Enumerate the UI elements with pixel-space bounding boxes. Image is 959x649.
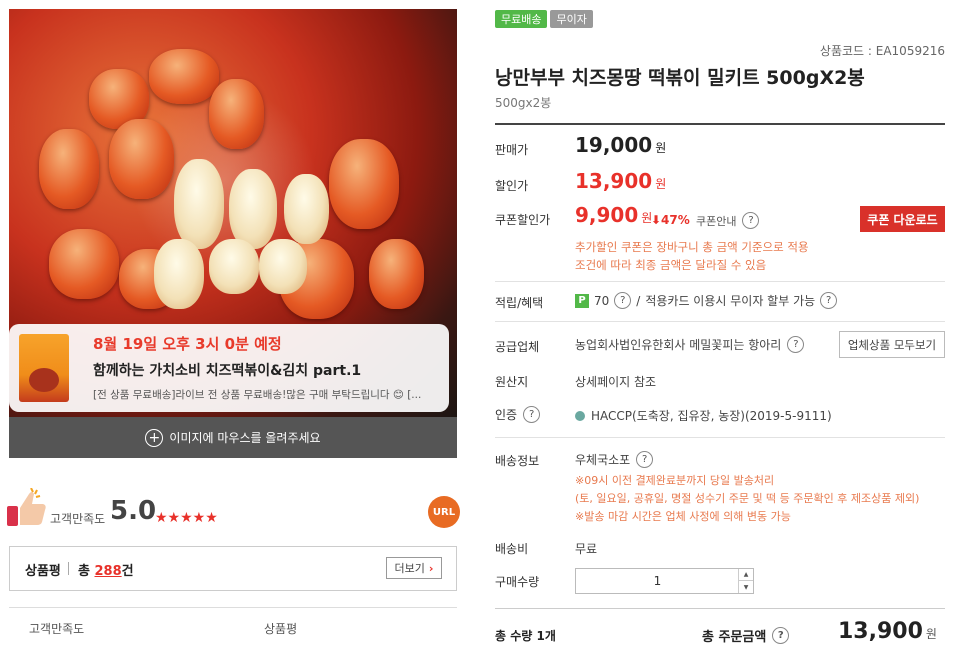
quantity-stepper[interactable]: ▲ ▼ (575, 568, 754, 594)
review-summary: 상품평 총 288건 더보기 › (9, 546, 457, 591)
supplier-row: 농업회사법인유한회사 메밀꽃피는 항아리 ? (575, 336, 805, 353)
origin-value: 상세페이지 참조 (575, 375, 657, 389)
discount-price-value: 13,900 (575, 169, 653, 193)
benefits-row: P 70 ? / 적용카드 이용시 무이자 할부 가능 ? (575, 292, 838, 309)
help-icon[interactable]: ? (820, 292, 838, 309)
points-icon: P (575, 293, 589, 308)
total-amount-value: 13,900 (838, 619, 923, 644)
review-count[interactable]: 288 (95, 564, 122, 579)
certification-label: 인증 (495, 408, 518, 422)
supplier-name: 농업회사법인유한회사 메밀꽃피는 항아리 (575, 338, 782, 352)
sale-price: 19,000 원 (575, 133, 666, 157)
shipping-note-2: (토, 일요일, 공휴일, 명절 성수기 주문 및 떡 등 주문확인 후 제조상… (575, 492, 920, 505)
total-amount-currency: 원 (925, 627, 937, 641)
live-broadcast-notice[interactable]: 8월 19일 오후 3시 0분 예정 함께하는 가치소비 치즈떡볶이&김치 pa… (9, 324, 449, 412)
sale-price-currency: 원 (655, 141, 667, 155)
shipping-row: 우체국소포 ? (575, 451, 654, 468)
product-option: 500gx2봉 (495, 96, 552, 110)
live-schedule: 8월 19일 오후 3시 0분 예정 (93, 335, 282, 353)
help-icon[interactable]: ? (787, 336, 805, 353)
product-code: 상품코드 : EA1059216 (819, 44, 945, 58)
help-icon[interactable]: ? (636, 451, 654, 468)
coupon-discount-rate: ⬇47% (651, 213, 690, 227)
review-more-label: 더보기 (394, 562, 425, 575)
review-total-prefix: 총 (78, 564, 90, 579)
coupon-price: 9,900 원 (575, 203, 652, 227)
live-title: 함께하는 가치소비 치즈떡볶이&김치 part.1 (93, 363, 362, 379)
review-more-button[interactable]: 더보기 › (386, 557, 442, 579)
quantity-down-icon[interactable]: ▼ (739, 581, 753, 593)
review-title: 상품평 (25, 564, 61, 579)
live-product-thumbnail (19, 334, 69, 402)
certification-value: HACCP(도축장, 집유장, 농장)(2019-5-9111) (591, 409, 832, 423)
help-icon[interactable]: ? (614, 292, 632, 309)
sale-price-label: 판매가 (495, 143, 529, 157)
discount-price: 13,900 원 (575, 169, 666, 193)
zoom-plus-icon: + (145, 428, 164, 447)
section-divider (495, 281, 945, 282)
coupon-note-1: 추가할인 쿠폰은 장바구니 총 금액 기준으로 적용 (575, 240, 809, 254)
quantity-label: 구매수량 (495, 575, 540, 589)
coupon-note-2: 조건에 따라 최종 금액은 달라질 수 있음 (575, 258, 767, 272)
chevron-right-icon: › (428, 561, 434, 575)
coupon-price-value: 9,900 (575, 203, 639, 227)
discount-price-currency: 원 (655, 177, 667, 191)
shipping-note-1: ※09시 이전 결제완료분까지 당일 발송처리 (575, 474, 775, 487)
coupon-guide[interactable]: 쿠폰안내 ? (696, 212, 760, 229)
no-interest-badge: 무이자 (550, 10, 593, 28)
rating-stars: ★★★★★ (155, 510, 218, 526)
review-col-satisfaction: 고객만족도 (29, 622, 85, 636)
image-hover-hint: 이미지에 마우스를 올려주세요 (169, 431, 321, 445)
image-hover-bar[interactable]: + 이미지에 마우스를 올려주세요 (9, 417, 457, 458)
thumbs-up-icon (7, 488, 46, 526)
seller-products-button[interactable]: 업체상품 모두보기 (839, 331, 945, 358)
shipping-method: 우체국소포 (575, 453, 631, 467)
benefits-label: 적립/혜택 (495, 296, 544, 310)
review-total: 총 288건 (78, 560, 134, 579)
help-icon[interactable]: ? (772, 627, 790, 644)
discount-price-label: 할인가 (495, 179, 529, 193)
origin-label: 원산지 (495, 375, 529, 389)
shipping-note-3: ※발송 마감 시간은 업체 사정에 의해 변동 가능 (575, 510, 791, 523)
coupon-download-button[interactable]: 쿠폰 다운로드 (860, 206, 945, 232)
quantity-up-icon[interactable]: ▲ (739, 569, 753, 581)
live-description: [전 상품 무료배송]라이브 전 상품 무료배송!많은 구매 부탁드립니다 😊 … (93, 389, 422, 401)
benefits-separator: / (636, 293, 641, 308)
product-name: 낭만부부 치즈몽땅 떡볶이 밀키트 500gX2봉 (495, 67, 865, 89)
certification-label-row: 인증 ? (495, 406, 541, 423)
total-amount-label: 총 주문금액 (702, 630, 767, 645)
review-total-suffix: 건 (121, 564, 134, 579)
section-divider (495, 321, 945, 322)
haccp-icon (575, 410, 585, 421)
total-amount-label-row: 총 주문금액 ? (702, 626, 790, 645)
review-separator (68, 562, 69, 575)
quantity-arrows: ▲ ▼ (738, 569, 753, 593)
free-shipping-badge: 무료배송 (495, 10, 548, 28)
points-value: 70 (594, 293, 610, 308)
shipping-label: 배송정보 (495, 454, 540, 468)
help-icon[interactable]: ? (742, 212, 760, 229)
review-col-review: 상품평 (264, 622, 298, 636)
coupon-price-label: 쿠폰할인가 (495, 213, 551, 227)
help-icon[interactable]: ? (523, 406, 541, 423)
header-divider (495, 123, 945, 125)
quantity-input[interactable] (576, 569, 739, 593)
satisfaction-label: 고객만족도 (50, 512, 106, 526)
shipping-fee-label: 배송비 (495, 542, 529, 556)
shipping-fee-value: 무료 (575, 542, 598, 556)
url-share-button[interactable]: URL (428, 496, 460, 528)
satisfaction-score: 5.0 (110, 496, 157, 526)
supplier-label: 공급업체 (495, 340, 540, 354)
certification-row: HACCP(도축장, 집유장, 농장)(2019-5-9111) (575, 407, 832, 424)
section-divider (495, 437, 945, 438)
card-installment-note: 적용카드 이용시 무이자 할부 가능 (645, 294, 816, 308)
product-badges: 무료배송 무이자 (495, 10, 593, 28)
coupon-guide-label: 쿠폰안내 (696, 214, 737, 228)
order-total-row: 총 수량 1개 총 주문금액 ? 13,900 원 (495, 608, 945, 648)
sale-price-value: 19,000 (575, 133, 653, 157)
total-quantity: 총 수량 1개 (495, 629, 556, 643)
review-table-header: 고객만족도 상품평 (9, 607, 457, 645)
total-amount: 13,900 원 (838, 619, 937, 644)
customer-satisfaction: 고객만족도 5.0 ★★★★★ URL (7, 482, 460, 532)
